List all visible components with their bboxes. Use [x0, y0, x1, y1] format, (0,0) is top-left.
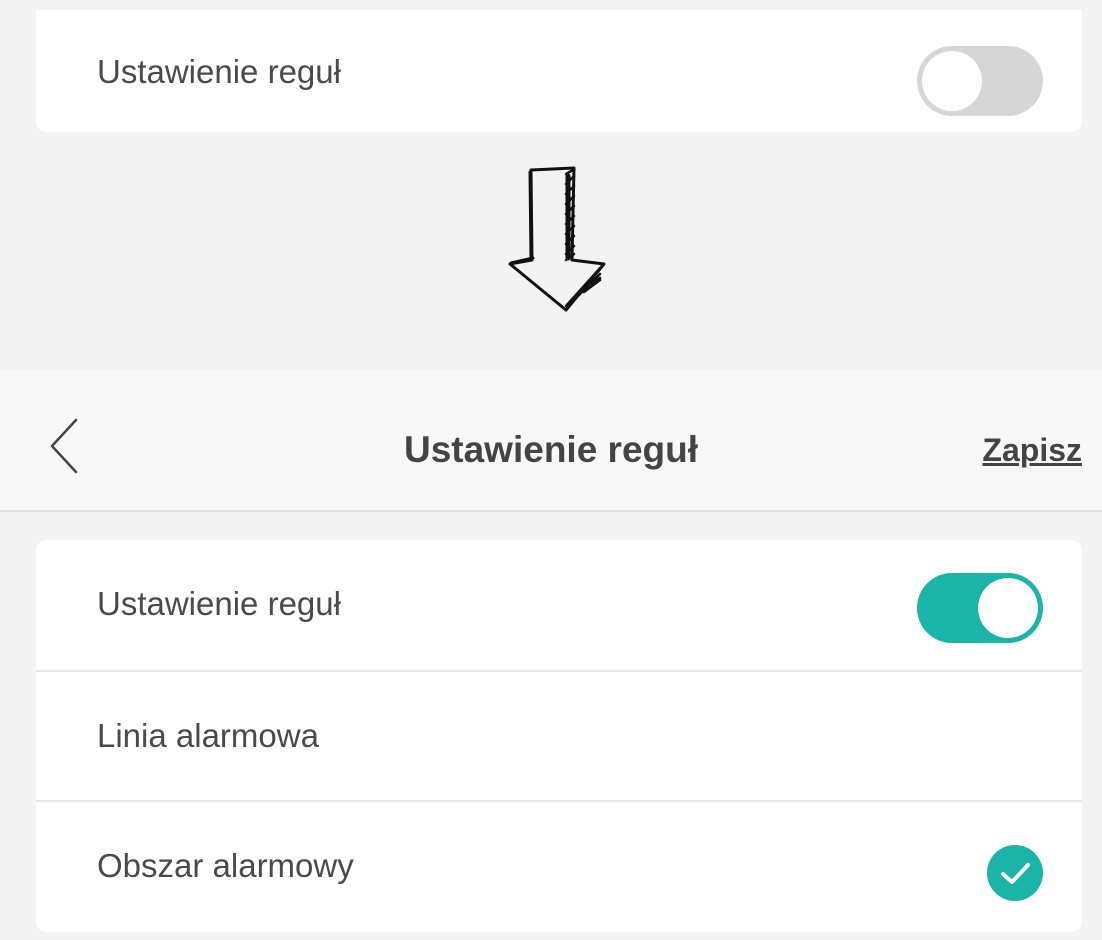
setting-row-alarm-line[interactable]: Linia alarmowa	[36, 670, 1082, 802]
rule-setting-toggle-on[interactable]	[917, 573, 1043, 643]
toggle-knob	[922, 51, 982, 111]
rule-setting-label-before: Ustawienie reguł	[97, 53, 341, 90]
settings-card: Ustawienie reguł Linia alarmowa Obszar a…	[36, 540, 1082, 932]
rule-setting-card-before: Ustawienie reguł	[36, 10, 1082, 132]
top-navigation-bar: Ustawienie reguł Zapisz	[0, 370, 1102, 512]
toggle-knob	[978, 578, 1038, 638]
setting-row-rule-setting[interactable]: Ustawienie reguł	[36, 540, 1082, 670]
checkmark-icon	[987, 845, 1043, 901]
rule-setting-toggle-off[interactable]	[917, 46, 1043, 116]
setting-row-alarm-area[interactable]: Obszar alarmowy	[36, 800, 1082, 932]
rule-setting-label: Ustawienie reguł	[97, 585, 341, 622]
alarm-line-label: Linia alarmowa	[97, 717, 319, 754]
save-button[interactable]: Zapisz	[982, 430, 1082, 470]
rule-settings-screen: Ustawienie reguł Zapisz Ustawienie reguł…	[0, 370, 1102, 940]
page-title: Ustawienie reguł	[403, 429, 699, 470]
alarm-area-label: Obszar alarmowy	[97, 847, 354, 884]
down-arrow-icon	[508, 166, 606, 312]
